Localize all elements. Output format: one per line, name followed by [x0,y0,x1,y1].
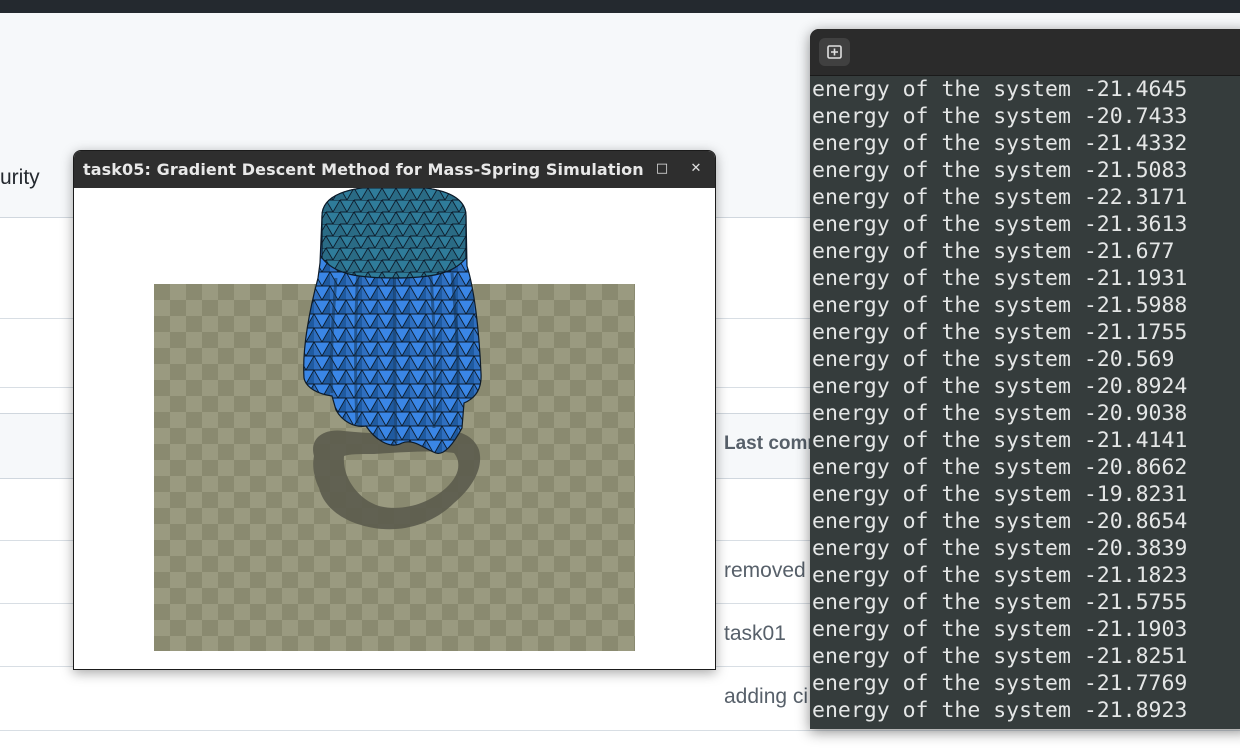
table-row-commit-message[interactable]: adding ci [724,685,808,709]
maximize-button[interactable]: □ [652,159,672,179]
table-row-commit-message[interactable]: task01 [724,622,786,646]
simulation-window-titlebar[interactable]: task05: Gradient Descent Method for Mass… [74,151,715,188]
terminal-window[interactable]: energy of the system -21.4645 energy of t… [810,29,1240,729]
close-button[interactable]: ✕ [686,159,706,179]
terminal-line: energy of the system -21.1823 [812,563,1188,588]
terminal-line: energy of the system -21.677 [812,239,1175,264]
terminal-line: energy of the system -20.7433 [812,104,1188,129]
minimize-button[interactable]: – [619,159,639,179]
terminal-line: energy of the system -21.1931 [812,266,1188,291]
terminal-line: energy of the system -19.8231 [812,482,1188,507]
new-tab-button[interactable] [819,38,850,66]
terminal-line: energy of the system -21.7769 [812,671,1188,696]
terminal-header[interactable] [810,29,1240,76]
terminal-line: energy of the system -21.8923 [812,698,1188,723]
simulation-viewport[interactable] [74,185,715,669]
terminal-line: energy of the system -20.569 [812,347,1175,372]
terminal-line: energy of the system -21.5988 [812,293,1188,318]
cloth-top [321,185,467,279]
terminal-line: energy of the system -20.8654 [812,509,1188,534]
terminal-line: energy of the system -21.1903 [812,617,1188,642]
terminal-line: energy of the system -21.5755 [812,590,1188,615]
terminal-line: energy of the system -20.9038 [812,401,1188,426]
terminal-line: energy of the system -20.3839 [812,536,1188,561]
terminal-line: energy of the system -21.1755 [812,320,1188,345]
simulation-window[interactable]: task05: Gradient Descent Method for Mass… [73,150,716,670]
terminal-line: energy of the system -20.8924 [812,374,1188,399]
new-tab-icon [827,45,842,59]
terminal-line: energy of the system -21.4645 [812,77,1188,102]
terminal-output[interactable]: energy of the system -21.4645 energy of t… [810,76,1240,729]
terminal-line: energy of the system -21.4332 [812,131,1188,156]
top-bar [0,0,1240,13]
simulation-window-title: task05: Gradient Descent Method for Mass… [83,160,644,179]
terminal-line: energy of the system -22.3171 [812,185,1188,210]
terminal-line: energy of the system -21.5083 [812,158,1188,183]
tab-security[interactable]: urity [0,166,40,190]
simulation-render [154,185,635,651]
terminal-line: energy of the system -21.4141 [812,428,1188,453]
table-row-divider [0,730,1240,731]
terminal-line: energy of the system -21.8251 [812,644,1188,669]
terminal-line: energy of the system -21.3613 [812,212,1188,237]
terminal-line: energy of the system -20.8662 [812,455,1188,480]
